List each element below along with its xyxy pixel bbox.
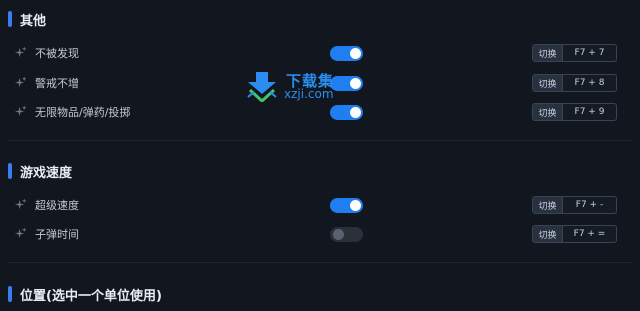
- cheat-toggle[interactable]: [330, 105, 363, 120]
- hotkey-keys: F7 + -: [575, 200, 604, 210]
- hotkey-keys: F7 + 9: [574, 107, 605, 117]
- sparkle-icon: [14, 198, 27, 210]
- watermark-url: xzji.com: [284, 87, 334, 101]
- hotkey-box[interactable]: 切换 F7 + 9: [532, 103, 617, 121]
- toggle-knob: [333, 229, 344, 240]
- cheat-toggle[interactable]: [330, 46, 363, 61]
- section-header-game-speed: 游戏速度: [8, 162, 73, 181]
- toggle-knob: [350, 200, 361, 211]
- hotkey-box[interactable]: 切换 F7 + -: [532, 196, 617, 214]
- hotkey-keys: F7 + 7: [574, 48, 605, 58]
- sparkle-icon: [14, 105, 27, 117]
- cheat-row-bullet-time: 子弹时间 切换 F7 + =: [0, 224, 640, 244]
- section-accent-bar: [8, 286, 12, 302]
- hotkey-keys: F7 + 8: [574, 78, 605, 88]
- section-divider: [8, 262, 632, 263]
- hotkey-action-label: 切换: [533, 45, 563, 61]
- sparkle-icon: [14, 76, 27, 88]
- section-title: 位置(选中一个单位使用): [20, 288, 162, 304]
- hotkey-box[interactable]: 切换 F7 + =: [532, 225, 617, 243]
- section-header-other: 其他: [8, 10, 47, 29]
- cheat-toggle[interactable]: [330, 198, 363, 213]
- cheat-label: 超级速度: [35, 199, 79, 212]
- sparkle-icon: [14, 46, 27, 58]
- hotkey-box[interactable]: 切换 F7 + 7: [532, 44, 617, 62]
- hotkey-keys: F7 + =: [573, 229, 606, 239]
- toggle-knob: [350, 48, 361, 59]
- download-arrow-icon: [247, 72, 277, 102]
- cheat-label: 无限物品/弹药/投掷: [35, 106, 131, 119]
- section-title: 游戏速度: [20, 165, 73, 181]
- cheat-label: 警戒不增: [35, 77, 79, 90]
- sparkle-icon: [14, 227, 27, 239]
- section-accent-bar: [8, 11, 12, 27]
- hotkey-action-label: 切换: [533, 226, 563, 242]
- cheat-label: 子弹时间: [35, 228, 79, 241]
- hotkey-action-label: 切换: [533, 75, 563, 91]
- cheat-label: 不被发现: [35, 47, 79, 60]
- hotkey-action-label: 切换: [533, 104, 563, 120]
- cheat-row-undetected: 不被发现 切换 F7 + 7: [0, 43, 640, 63]
- toggle-knob: [350, 107, 361, 118]
- toggle-knob: [350, 78, 361, 89]
- cheat-toggle[interactable]: [330, 227, 363, 242]
- watermark: 下载集 xzji.com: [246, 70, 346, 102]
- section-accent-bar: [8, 163, 12, 179]
- section-divider: [8, 140, 632, 141]
- section-header-position: 位置(选中一个单位使用): [8, 285, 162, 304]
- cheat-row-infinite-items: 无限物品/弹药/投掷 切换 F7 + 9: [0, 102, 640, 122]
- hotkey-action-label: 切换: [533, 197, 563, 213]
- section-title: 其他: [20, 13, 47, 29]
- hotkey-box[interactable]: 切换 F7 + 8: [532, 74, 617, 92]
- cheat-row-super-speed: 超级速度 切换 F7 + -: [0, 195, 640, 215]
